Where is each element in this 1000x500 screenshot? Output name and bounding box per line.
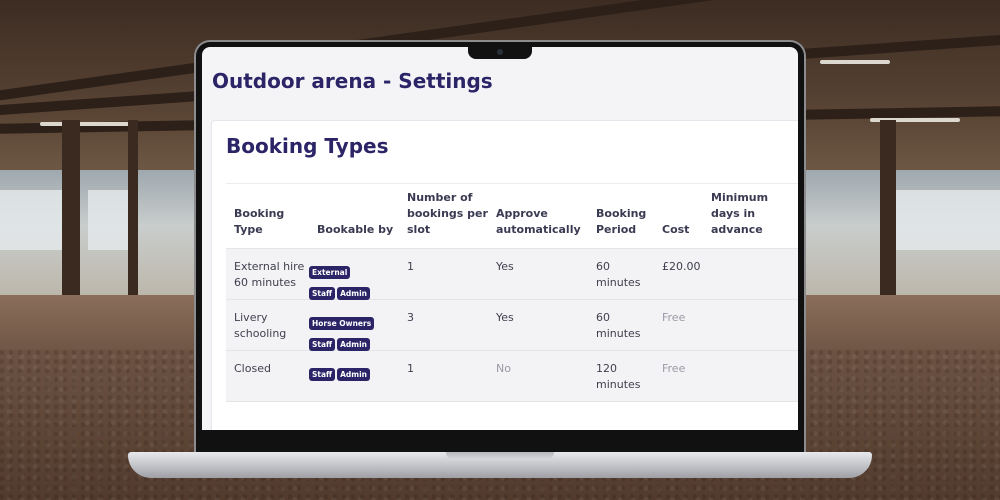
role-badge: Staff <box>309 368 336 381</box>
cell-booking-type: External hire 60 minutes <box>234 260 305 289</box>
cell-approve-automatically: No <box>496 362 511 375</box>
cell-approve-automatically: Yes <box>496 260 514 273</box>
arena-post <box>880 120 896 310</box>
cell-cost: Free <box>662 362 686 375</box>
laptop-screen: Outdoor arena - Settings Booking Types B… <box>202 47 798 430</box>
camera-icon <box>497 49 503 55</box>
cell-bookable-by: Horse Owners Staff Admin <box>309 311 379 353</box>
cell-cost: £20.00 <box>662 260 701 273</box>
role-badge: Horse Owners <box>309 317 375 330</box>
booking-types-table: Booking Type Bookable by Number of booki… <box>226 183 798 402</box>
header-bookable-by: Bookable by <box>317 223 394 236</box>
booking-types-card: Booking Types Booking Type Bookable by N… <box>211 120 798 430</box>
table-header: Booking Type Bookable by Number of booki… <box>226 184 798 249</box>
cell-booking-period: 60 minutes <box>596 260 641 289</box>
arena-post <box>62 120 80 310</box>
role-badge: External <box>309 266 351 279</box>
cell-approve-automatically: Yes <box>496 311 514 324</box>
arena-window <box>0 190 70 250</box>
cell-bookings-per-slot: 3 <box>407 311 414 324</box>
header-booking-type: Booking Type <box>234 207 285 236</box>
header-approve-automatically: Approve automatically <box>496 207 581 236</box>
cell-booking-period: 60 minutes <box>596 311 641 340</box>
arena-post <box>128 120 138 310</box>
role-badge: Admin <box>337 338 371 351</box>
cell-bookings-per-slot: 1 <box>407 362 414 375</box>
role-badge: Staff <box>309 338 336 351</box>
card-title: Booking Types <box>226 134 389 158</box>
arena-window <box>88 190 128 250</box>
role-badge: Admin <box>337 287 371 300</box>
arena-window <box>880 190 1000 250</box>
header-bookings-per-slot: Number of bookings per slot <box>407 191 488 236</box>
cell-booking-type: Closed <box>234 362 271 375</box>
ceiling-lamp <box>40 122 130 126</box>
cell-booking-type: Livery schooling <box>234 311 287 340</box>
ceiling-lamp <box>820 60 890 64</box>
table-row[interactable]: Closed Staff Admin 1 No 120 minutes Free <box>226 351 798 402</box>
role-badge: Staff <box>309 287 336 300</box>
header-cost: Cost <box>662 223 690 236</box>
cell-booking-period: 120 minutes <box>596 362 641 391</box>
header-booking-period: Booking Period <box>596 207 647 236</box>
header-min-days-advance: Minimum days in advance <box>711 191 769 236</box>
laptop-base-groove <box>446 452 554 460</box>
cell-bookings-per-slot: 1 <box>407 260 414 273</box>
table-row[interactable]: External hire 60 minutes External Staff Ad… <box>226 249 798 300</box>
table-row[interactable]: Livery schooling Horse OwnersStaff Admin … <box>226 300 798 351</box>
cell-bookable-by: Staff Admin <box>309 362 379 383</box>
cell-bookable-by: External Staff Admin <box>309 260 379 302</box>
role-badge: Admin <box>337 368 371 381</box>
page-title: Outdoor arena - Settings <box>212 69 493 93</box>
cell-cost: Free <box>662 311 686 324</box>
